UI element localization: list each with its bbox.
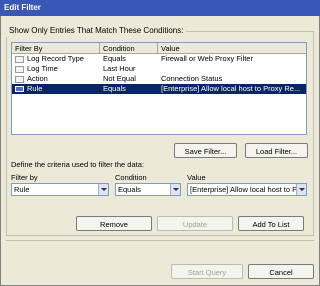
chevron-down-icon[interactable] xyxy=(98,184,108,195)
condition-icon xyxy=(15,86,24,92)
row-condition: Last Hour xyxy=(103,64,136,73)
row-value xyxy=(158,64,306,74)
condition-label: Condition xyxy=(115,173,147,182)
row-value: [Enterprise] Allow local host to Proxy R… xyxy=(161,84,301,93)
row-filter-by: Log Record Type xyxy=(27,54,84,63)
add-to-list-button[interactable]: Add To List xyxy=(238,216,304,231)
row-value: Connection Status xyxy=(161,74,223,83)
filter-by-selected: Rule xyxy=(14,185,30,194)
row-filter-by: Rule xyxy=(27,84,43,93)
value-dropdown[interactable]: [Enterprise] Allow local host to P xyxy=(187,183,307,196)
conditions-group-caption: Show Only Entries That Match These Condi… xyxy=(6,25,187,37)
row-filter-by: Action xyxy=(27,74,48,83)
condition-dropdown[interactable]: Equals xyxy=(115,183,181,196)
column-header-value[interactable]: Value xyxy=(158,43,306,53)
row-condition: Equals xyxy=(103,84,126,93)
condition-icon xyxy=(15,55,24,63)
condition-icon xyxy=(15,75,24,83)
filter-by-dropdown[interactable]: Rule xyxy=(11,183,109,196)
list-row[interactable]: Action Not Equal Connection Status xyxy=(12,74,306,84)
row-value: Firewall or Web Proxy Filter xyxy=(161,54,253,63)
remove-button[interactable]: Remove xyxy=(76,216,152,231)
cancel-button[interactable]: Cancel xyxy=(248,264,314,279)
condition-icon xyxy=(15,65,24,73)
filter-by-label: Filter by xyxy=(11,173,38,182)
update-button[interactable]: Update xyxy=(157,216,233,231)
conditions-list[interactable]: Filter By Condition Value Log Record Typ… xyxy=(11,42,307,135)
divider xyxy=(6,240,314,241)
start-query-button[interactable]: Start Query xyxy=(171,264,243,279)
list-row[interactable]: Log Time Last Hour xyxy=(12,64,306,74)
row-filter-by: Log Time xyxy=(27,64,58,73)
chevron-down-icon[interactable] xyxy=(296,184,306,195)
column-header-filter-by[interactable]: Filter By xyxy=(12,43,100,53)
save-filter-button[interactable]: Save Filter... xyxy=(174,143,237,158)
load-filter-button[interactable]: Load Filter... xyxy=(245,143,308,158)
row-condition: Equals xyxy=(103,54,126,63)
column-header-condition[interactable]: Condition xyxy=(100,43,158,53)
value-selected: [Enterprise] Allow local host to P xyxy=(190,185,298,194)
criteria-caption: Define the criteria used to filter the d… xyxy=(11,160,144,169)
row-condition: Not Equal xyxy=(103,74,136,83)
chevron-down-icon[interactable] xyxy=(170,184,180,195)
list-row[interactable]: Log Record Type Equals Firewall or Web P… xyxy=(12,54,306,64)
list-row-selected[interactable]: Rule Equals [Enterprise] Allow local hos… xyxy=(12,84,306,94)
list-header: Filter By Condition Value xyxy=(12,43,306,54)
window-title: Edit Filter xyxy=(0,0,320,16)
value-label: Value xyxy=(187,173,206,182)
